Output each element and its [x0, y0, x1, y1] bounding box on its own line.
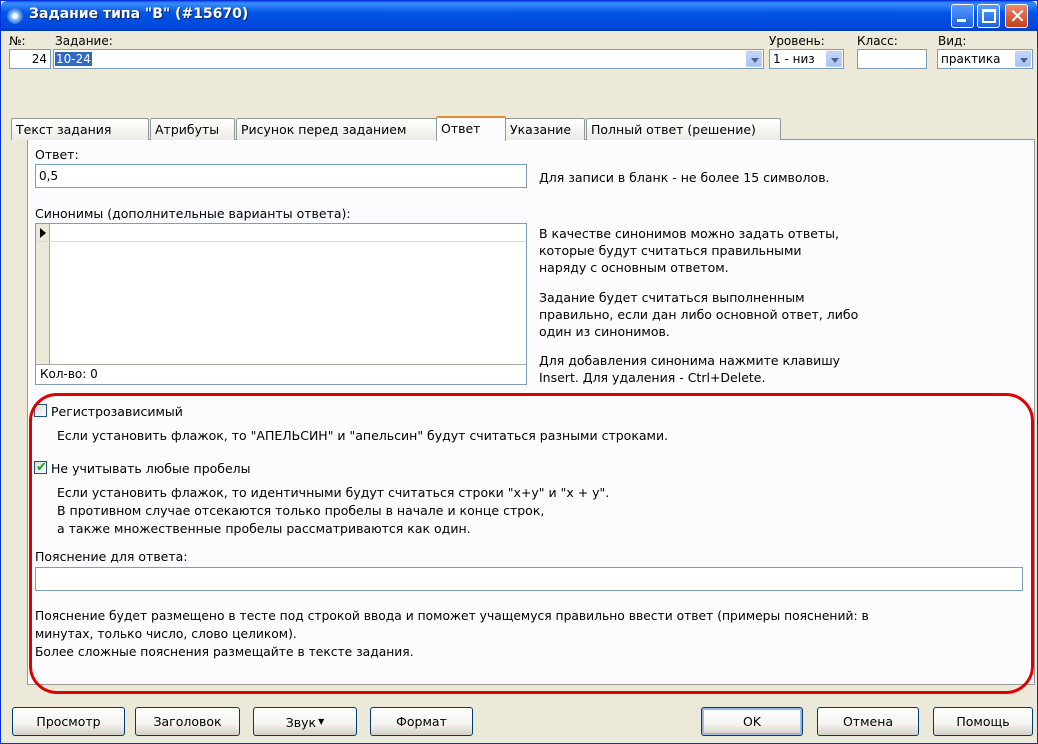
title-bar[interactable]: Задание типа "B" (#15670) ✕: [1, 1, 1037, 31]
minimize-icon: [957, 19, 966, 22]
class-field[interactable]: [857, 49, 927, 69]
ignore-spaces-label[interactable]: Не учитывать любые пробелы: [51, 460, 251, 477]
format-button[interactable]: Формат: [370, 707, 473, 736]
case-sensitive-desc: Если установить флажок, то "АПЕЛЬСИН" и …: [57, 428, 669, 443]
class-label: Класс:: [857, 34, 898, 48]
answer-input[interactable]: 0,5: [35, 164, 527, 188]
maximize-button[interactable]: [977, 4, 1000, 28]
ignore-spaces-desc-line: а также множественные пробелы рассматрив…: [57, 521, 471, 536]
explanation-desc-line: минутах, только число, слово целиком).: [35, 627, 297, 641]
close-button[interactable]: ✕: [1005, 4, 1028, 28]
number-label: №:: [9, 34, 26, 48]
row-pointer-icon: [40, 228, 46, 238]
sound-button[interactable]: Звук ▼: [253, 707, 357, 736]
close-icon: ✕: [1009, 4, 1026, 28]
synonyms-count: Кол-во: 0: [40, 367, 98, 381]
tab-answer[interactable]: Ответ: [436, 116, 506, 141]
view-combo[interactable]: практика: [937, 49, 1033, 69]
maximize-icon: [982, 9, 996, 23]
tab-task-text[interactable]: Текст задания: [11, 118, 149, 140]
synonyms-help-line: Insert. Для удаления - Ctrl+Delete.: [539, 370, 766, 385]
cancel-button[interactable]: Отмена: [817, 707, 919, 736]
dropdown-arrow-icon: ▼: [318, 717, 325, 726]
preview-button[interactable]: Просмотр: [12, 707, 125, 736]
level-label: Уровень:: [769, 34, 825, 48]
row-indicator-column: [36, 224, 50, 364]
explanation-desc-line: Более сложные пояснения размещайте в тек…: [35, 645, 414, 659]
level-value: 1 - низ: [773, 52, 815, 66]
ignore-spaces-desc-line: В противном случае отсекаются только про…: [57, 503, 545, 518]
task-combo[interactable]: 10-24: [53, 49, 764, 69]
tab-hint[interactable]: Указание: [505, 118, 585, 140]
synonyms-help-line: один из синонимов.: [539, 324, 670, 339]
synonyms-help-line: Задание будет считаться выполненным: [539, 290, 805, 305]
synonyms-help-line: которые будут считаться правильными: [539, 243, 802, 258]
ignore-spaces-checkbox[interactable]: ✔: [34, 460, 47, 475]
chevron-down-icon[interactable]: [746, 51, 762, 67]
table-row[interactable]: [36, 224, 526, 242]
view-label: Вид:: [938, 34, 967, 48]
case-sensitive-checkbox[interactable]: [34, 404, 47, 417]
tab-full-answer[interactable]: Полный ответ (решение): [586, 118, 781, 140]
synonyms-help-line: правильно, если дан либо основной ответ,…: [539, 307, 859, 322]
help-button[interactable]: Помощь: [933, 707, 1033, 736]
explanation-input[interactable]: [35, 567, 1023, 591]
app-icon: [7, 8, 23, 24]
level-combo[interactable]: 1 - низ: [769, 49, 844, 69]
grid-footer: Кол-во: 0: [36, 364, 526, 384]
chevron-down-icon[interactable]: [826, 51, 842, 67]
checkmark-icon: ✔: [36, 460, 47, 475]
synonyms-help-line: В качестве синонимов можно задать ответы…: [539, 226, 840, 241]
minimize-button[interactable]: [951, 4, 974, 28]
number-field[interactable]: 24: [9, 49, 51, 69]
tab-picture[interactable]: Рисунок перед заданием: [236, 118, 437, 140]
synonyms-grid[interactable]: Кол-во: 0: [35, 223, 527, 385]
answer-label: Ответ:: [35, 147, 79, 162]
number-value: 24: [31, 52, 47, 66]
window-title: Задание типа "B" (#15670): [29, 6, 249, 22]
answer-value: 0,5: [39, 169, 59, 183]
task-label: Задание:: [55, 34, 113, 48]
ok-button[interactable]: OK: [701, 707, 803, 736]
synonyms-help-line: наряду с основным ответом.: [539, 260, 729, 275]
ignore-spaces-desc-line: Если установить флажок, то идентичными б…: [57, 485, 610, 500]
synonyms-help-line: Для добавления синонима нажмите клавишу: [539, 353, 841, 368]
explanation-label: Пояснение для ответа:: [35, 549, 188, 564]
sound-button-label: Звук: [285, 715, 317, 730]
heading-button[interactable]: Заголовок: [135, 707, 240, 736]
tab-attributes[interactable]: Атрибуты: [150, 118, 235, 140]
view-value: практика: [941, 52, 1001, 66]
dialog-window: Задание типа "B" (#15670) ✕ №: 24 Задани…: [0, 0, 1038, 744]
chevron-down-icon[interactable]: [1015, 51, 1031, 67]
task-value: 10-24: [55, 52, 92, 66]
answer-hint: Для записи в бланк - не более 15 символо…: [539, 170, 830, 185]
explanation-desc-line: Пояснение будет размещено в тесте под ст…: [35, 609, 869, 623]
synonyms-label: Синонимы (дополнительные варианты ответа…: [35, 206, 351, 221]
case-sensitive-label[interactable]: Регистрозависимый: [51, 403, 183, 420]
